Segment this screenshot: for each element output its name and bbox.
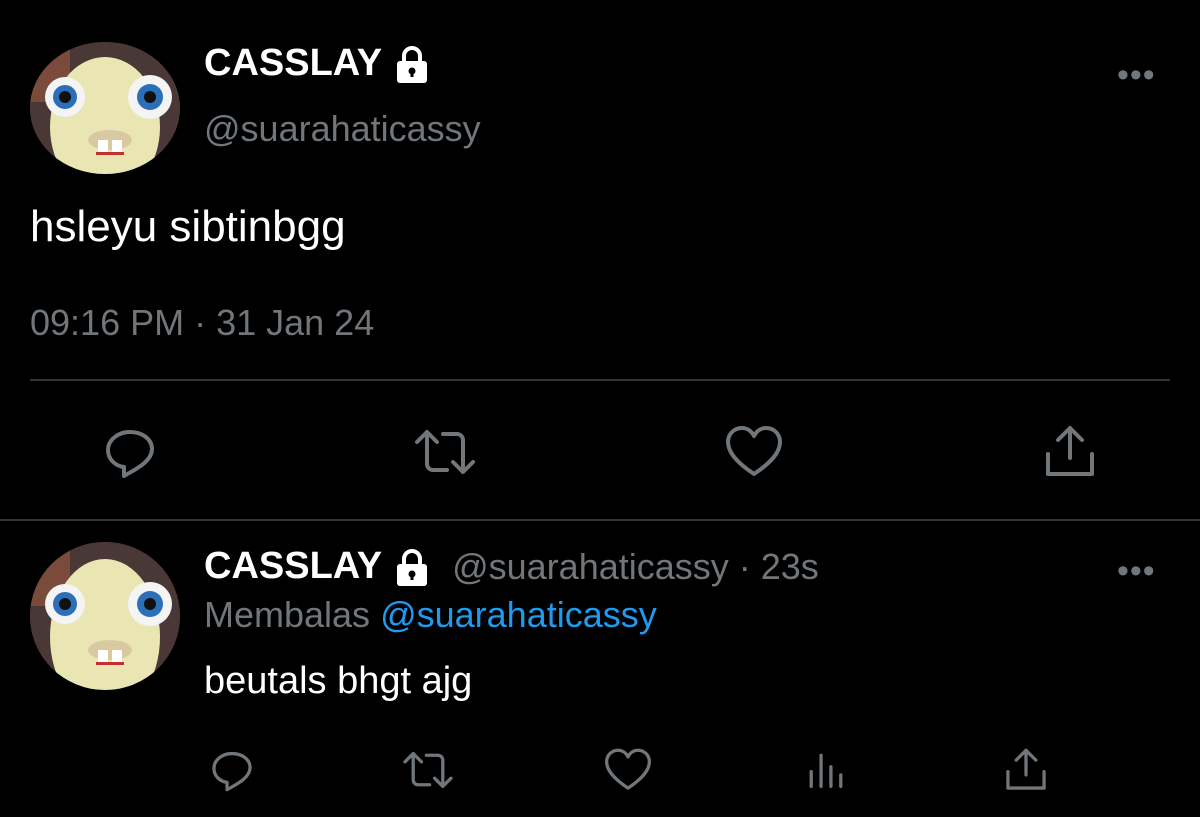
- tweet-timestamp[interactable]: 09:16 PM · 31 Jan 24: [30, 302, 374, 344]
- replying-prefix: Membalas: [204, 594, 371, 635]
- display-name[interactable]: CASSLAY: [204, 42, 432, 85]
- retweet-icon: [403, 751, 453, 789]
- reply-icon: [106, 430, 154, 478]
- share-button[interactable]: [1038, 420, 1102, 484]
- display-name-text: CASSLAY: [204, 42, 383, 84]
- reply-display-name[interactable]: CASSLAY: [204, 545, 382, 588]
- retweet-icon: [415, 430, 475, 474]
- separator-dot: ·: [738, 545, 751, 587]
- lock-icon: [392, 44, 432, 84]
- like-button[interactable]: [722, 420, 786, 484]
- replying-to: Membalas @suarahaticassy: [204, 594, 657, 636]
- analytics-icon: [809, 753, 843, 789]
- like-icon: [726, 426, 782, 476]
- share-button[interactable]: [994, 738, 1058, 802]
- share-icon: [1046, 426, 1094, 476]
- reply-handle[interactable]: @suarahaticassy: [452, 546, 729, 588]
- reply-button[interactable]: [98, 420, 162, 484]
- reply-text: beutals bhgt ajg: [204, 660, 473, 702]
- avatar-image: [30, 42, 180, 174]
- like-button[interactable]: [596, 738, 660, 802]
- reply-icon: [212, 751, 252, 792]
- more-options-icon[interactable]: •••: [1117, 554, 1156, 588]
- retweet-button[interactable]: [413, 420, 477, 484]
- divider: [0, 519, 1200, 521]
- reply-timestamp[interactable]: 23s: [761, 546, 819, 588]
- more-options-icon[interactable]: •••: [1117, 58, 1156, 92]
- reply-header: CASSLAY @suarahaticassy · 23s: [204, 545, 819, 588]
- retweet-button[interactable]: [396, 738, 460, 802]
- tweet-text: hsleyu sibtinbgg: [30, 202, 346, 251]
- like-icon: [605, 748, 651, 790]
- replying-to-mention[interactable]: @suarahaticassy: [380, 594, 657, 635]
- share-icon: [1006, 748, 1046, 790]
- avatar[interactable]: [30, 42, 180, 174]
- divider: [30, 379, 1170, 381]
- lock-icon: [392, 547, 432, 587]
- analytics-button[interactable]: [794, 738, 858, 802]
- reply-avatar[interactable]: [30, 542, 180, 690]
- reply-button[interactable]: [200, 738, 264, 802]
- avatar-image: [30, 542, 180, 690]
- handle[interactable]: @suarahaticassy: [204, 108, 481, 150]
